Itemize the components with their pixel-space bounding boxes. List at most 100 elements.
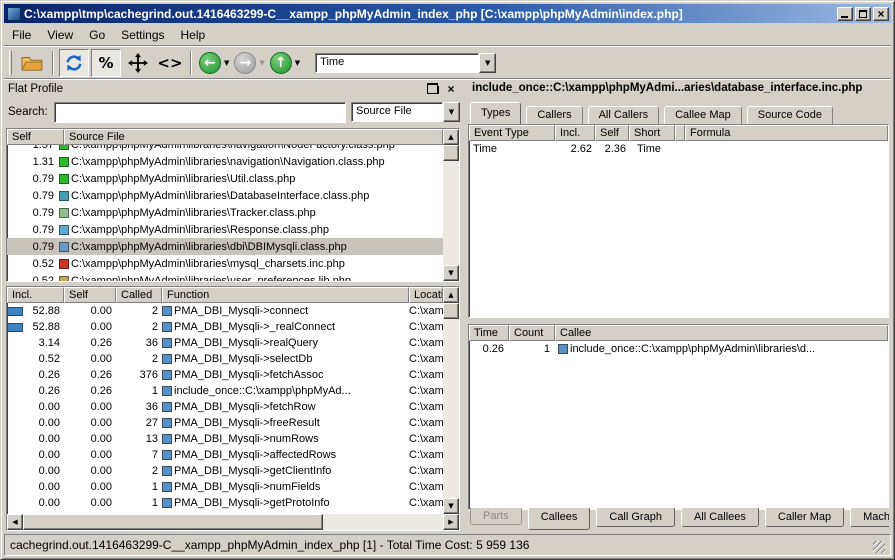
resize-grip[interactable] [873, 541, 885, 553]
grouping-selector[interactable]: Source File ▼ [351, 102, 460, 122]
column-header-self[interactable]: Self [595, 125, 629, 141]
tab-source-code[interactable]: Source Code [747, 106, 833, 124]
scroll-left-button[interactable]: ◀ [7, 514, 23, 530]
function-row[interactable]: 0.000.001PMA_DBI_Mysqli->getProtoInfoC:\… [7, 495, 443, 511]
tab-types[interactable]: Types [470, 102, 521, 124]
function-row[interactable]: 0.520.002PMA_DBI_Mysqli->selectDbC:\xamp… [7, 351, 443, 367]
title-bar[interactable]: C:\xampp\tmp\cachegrind.out.1416463299-C… [4, 4, 891, 23]
column-header-incl[interactable]: Incl. [7, 287, 64, 303]
vscroll-track[interactable] [443, 161, 459, 265]
close-button[interactable]: × [873, 7, 889, 21]
open-file-button[interactable] [17, 49, 47, 77]
function-row[interactable]: 0.260.261include_once::C:\xampp\phpMyAd.… [7, 383, 443, 399]
column-header-self[interactable]: Self [64, 287, 116, 303]
function-vscrollbar[interactable]: ▲ ▼ [443, 287, 459, 514]
menu-file[interactable]: File [4, 26, 39, 44]
grouping-dropdown-button[interactable]: ▼ [443, 102, 460, 122]
callee-row[interactable]: 0.26 1 include_once::C:\xampp\phpMyAdmin… [469, 341, 888, 357]
function-hscrollbar[interactable]: ◀ ▶ [7, 514, 459, 530]
function-row[interactable]: 0.000.001PMA_DBI_Mysqli->numFieldsC:\xam… [7, 479, 443, 495]
scroll-right-button[interactable]: ▶ [443, 514, 459, 530]
event-type-selector[interactable]: Time ▼ [315, 53, 496, 73]
column-header-event-type[interactable]: Event Type [469, 125, 555, 141]
tab-callees[interactable]: Callees [528, 508, 591, 530]
maximize-button[interactable] [855, 7, 871, 21]
function-row[interactable]: 3.140.2636PMA_DBI_Mysqli->realQueryC:\xa… [7, 335, 443, 351]
menu-go[interactable]: Go [81, 26, 113, 44]
column-header-count[interactable]: Count [509, 325, 555, 341]
column-header-time[interactable]: Time [469, 325, 509, 341]
column-header-spacer[interactable] [675, 125, 685, 141]
source-file-row[interactable]: 1.57C:\xampp\phpMyAdmin\libraries\naviga… [7, 145, 443, 153]
search-input[interactable] [54, 102, 346, 123]
tab-all-callees[interactable]: All Callees [681, 508, 759, 527]
refresh-button[interactable] [59, 49, 89, 77]
column-header-self[interactable]: Self [7, 129, 64, 145]
move-button[interactable] [123, 49, 153, 77]
source-file-row[interactable]: 0.79C:\xampp\phpMyAdmin\libraries\Respon… [7, 221, 443, 238]
tab-call-graph[interactable]: Call Graph [596, 508, 675, 527]
function-row[interactable]: 0.000.0013PMA_DBI_Mysqli->numRowsC:\xamp… [7, 431, 443, 447]
function-row[interactable]: 0.000.007PMA_DBI_Mysqli->affectedRowsC:\… [7, 447, 443, 463]
column-header-incl[interactable]: Incl. [555, 125, 595, 141]
column-header-called[interactable]: Called [116, 287, 162, 303]
called-count-value: 2 [116, 353, 162, 365]
vscroll-track[interactable] [443, 319, 459, 498]
relative-percent-button[interactable]: % [91, 49, 121, 77]
detail-tabs: Types Callers All CallersCallee Map Source … [470, 102, 889, 124]
up-button[interactable]: ↑ [270, 52, 292, 74]
tab-callers[interactable]: Callers [526, 106, 582, 124]
function-row[interactable]: 0.260.26376PMA_DBI_Mysqli->fetchAssocC:\… [7, 367, 443, 383]
up-dropdown-caret[interactable]: ▼ [295, 59, 300, 67]
menu-view[interactable]: View [39, 26, 81, 44]
minimize-button[interactable] [837, 7, 853, 21]
source-file-row[interactable]: 0.79C:\xampp\phpMyAdmin\libraries\dbi\DB… [7, 238, 443, 255]
cycle-detection-button[interactable]: <> [155, 49, 185, 77]
column-header-formula[interactable]: Formula [685, 125, 888, 141]
toolbar-handle[interactable] [9, 51, 12, 75]
scroll-up-button[interactable]: ▲ [443, 129, 459, 145]
source-file-row[interactable]: 0.52C:\xampp\phpMyAdmin\libraries\mysql_… [7, 255, 443, 272]
vscroll-thumb[interactable] [443, 303, 459, 319]
function-cell: PMA_DBI_Mysqli->fetchAssoc [162, 369, 409, 381]
tab-all-callers[interactable]: All Callers [588, 106, 660, 124]
tab-callee-map[interactable]: Callee Map [664, 106, 742, 124]
incl-cost-value: 0.26 [39, 385, 60, 397]
source-file-row[interactable]: 0.79C:\xampp\phpMyAdmin\libraries\Tracke… [7, 204, 443, 221]
back-button[interactable]: ← [199, 52, 221, 74]
back-dropdown-caret[interactable]: ▼ [224, 59, 229, 67]
function-row[interactable]: 0.000.0027PMA_DBI_Mysqli->freeResultC:\x… [7, 415, 443, 431]
column-header-function[interactable]: Function [162, 287, 409, 303]
incl-cost-value: 0.00 [39, 449, 60, 461]
hscroll-track[interactable] [323, 514, 443, 530]
source-file-row[interactable]: 0.79C:\xampp\phpMyAdmin\libraries\Databa… [7, 187, 443, 204]
source-file-row[interactable]: 0.79C:\xampp\phpMyAdmin\libraries\Util.c… [7, 170, 443, 187]
forward-button[interactable]: → [234, 52, 256, 74]
menu-settings[interactable]: Settings [113, 26, 172, 44]
event-type-row[interactable]: Time 2.62 2.36 Time [469, 141, 888, 157]
menu-help[interactable]: Help [173, 26, 214, 44]
scroll-down-button[interactable]: ▼ [443, 265, 459, 281]
dock-float-button[interactable] [426, 82, 440, 95]
function-row[interactable]: 52.880.002PMA_DBI_Mysqli->connectC:\xamp… [7, 303, 443, 319]
vscroll-thumb[interactable] [443, 145, 459, 161]
scroll-down-button[interactable]: ▼ [443, 498, 459, 514]
self-cost-value: 0.26 [64, 369, 116, 381]
forward-dropdown-caret[interactable]: ▼ [259, 59, 264, 67]
tab-machine[interactable]: Machine [850, 508, 889, 527]
column-header-source-file[interactable]: Source File [64, 129, 443, 145]
hscroll-thumb[interactable] [23, 514, 323, 530]
source-file-row[interactable]: 1.31C:\xampp\phpMyAdmin\libraries\naviga… [7, 153, 443, 170]
column-header-callee[interactable]: Callee [555, 325, 888, 341]
source-file-vscrollbar[interactable]: ▲ ▼ [443, 129, 459, 281]
function-row[interactable]: 0.000.0036PMA_DBI_Mysqli->fetchRowC:\xam… [7, 399, 443, 415]
event-type-dropdown-button[interactable]: ▼ [479, 53, 496, 73]
function-row[interactable]: 0.000.002PMA_DBI_Mysqli->getClientInfoC:… [7, 463, 443, 479]
column-header-short[interactable]: Short [629, 125, 675, 141]
source-file-row[interactable]: 0.52C:\xampp\phpMyAdmin\libraries\user_p… [7, 272, 443, 281]
column-header-location[interactable]: Location [409, 287, 443, 303]
function-row[interactable]: 52.880.002PMA_DBI_Mysqli->_realConnectC:… [7, 319, 443, 335]
dock-close-button[interactable]: × [444, 82, 458, 95]
scroll-up-button[interactable]: ▲ [443, 287, 459, 303]
tab-caller-map[interactable]: Caller Map [765, 508, 844, 527]
